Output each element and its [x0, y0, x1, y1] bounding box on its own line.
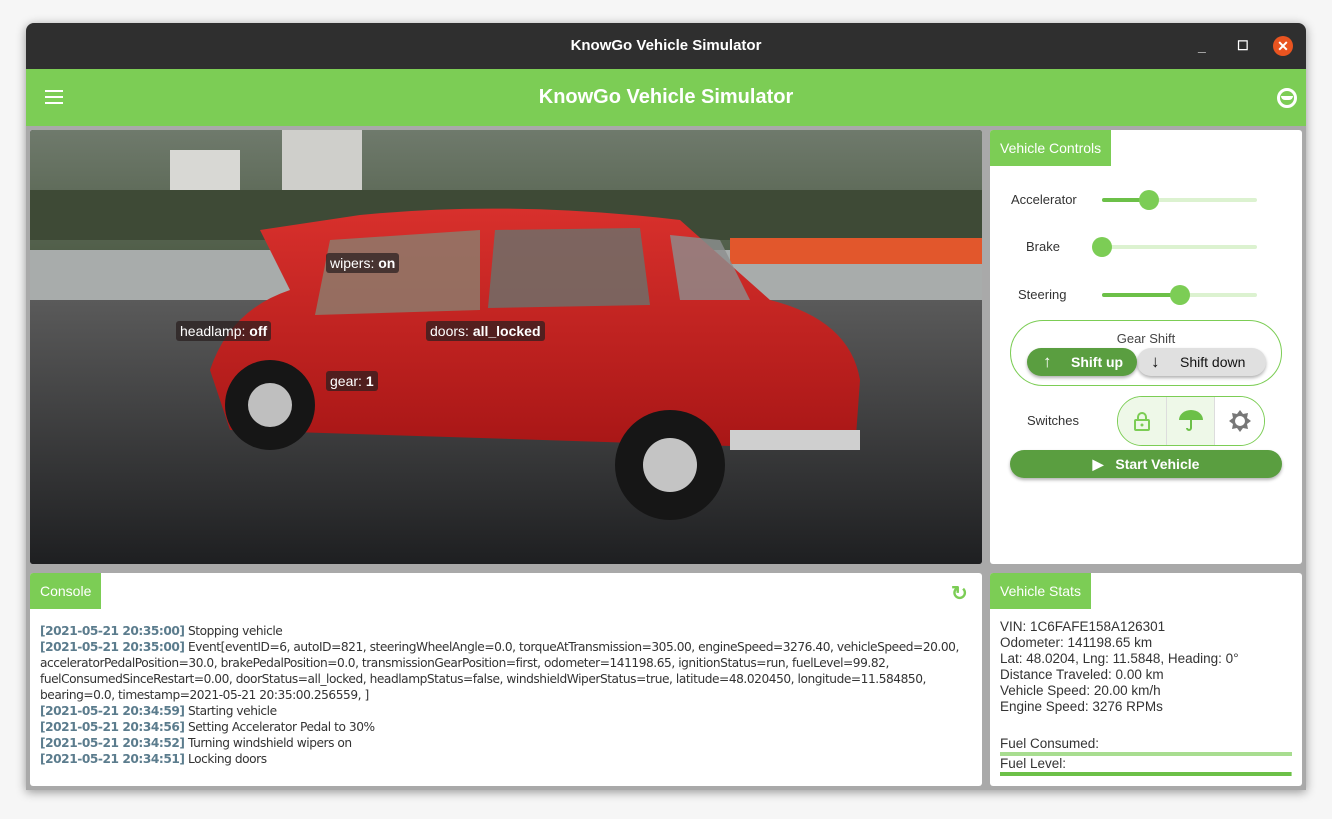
console-entry: [2021-05-21 20:35:00] Stopping vehicle — [40, 623, 975, 639]
steering-slider[interactable] — [1102, 285, 1257, 305]
vehicle-controls-panel: Vehicle Controls Accelerator Brake Steer… — [990, 130, 1302, 564]
vehicle-stats-panel: Vehicle Stats VIN: 1C6FAFE158A126301 Odo… — [990, 573, 1302, 786]
start-vehicle-label: Start Vehicle — [1115, 456, 1200, 472]
log-timestamp: [2021-05-21 20:34:51] — [40, 752, 185, 766]
vin: VIN: 1C6FAFE158A126301 — [1000, 619, 1166, 634]
doors-value: all_locked — [472, 323, 541, 339]
log-message: Locking doors — [187, 752, 267, 766]
log-timestamp: [2021-05-21 20:34:59] — [40, 704, 185, 718]
vehicle-image: wipers: on headlamp: off doors: all_lock… — [30, 130, 982, 564]
lock-icon — [1133, 412, 1150, 431]
gear-shift-label: Gear Shift — [1116, 331, 1176, 346]
log-message: Starting vehicle — [187, 704, 277, 718]
arrow-down-icon: ↓ — [1151, 352, 1160, 371]
console-entry: [2021-05-21 20:34:56] Setting Accelerato… — [40, 719, 975, 735]
console-entry: [2021-05-21 20:35:00] Event[eventID=6, a… — [40, 639, 975, 703]
close-button[interactable]: ✕ — [1273, 36, 1293, 56]
engine-speed: Engine Speed: 3276 RPMs — [1000, 699, 1163, 714]
log-timestamp: [2021-05-21 20:35:00] — [40, 640, 185, 654]
log-message: Turning windshield wipers on — [187, 736, 352, 750]
headlamp-icon — [1228, 410, 1251, 432]
accelerator-slider[interactable] — [1102, 190, 1257, 210]
position: Lat: 48.0204, Lng: 11.5848, Heading: 0° — [1000, 651, 1239, 666]
wipers-status-label: wipers: on — [326, 253, 400, 273]
car-photo — [30, 130, 982, 564]
refresh-icon[interactable]: ↻ — [951, 581, 968, 606]
headlamp-label: headlamp: — [180, 323, 246, 339]
console-panel: Console ↻ [2021-05-21 20:35:00] Stopping… — [30, 573, 982, 786]
log-message: Stopping vehicle — [187, 624, 283, 638]
doors-status-label: doors: all_locked — [426, 321, 545, 341]
window-titlebar: KnowGo Vehicle Simulator _ ☐ ✕ — [26, 23, 1306, 69]
brake-label: Brake — [1026, 239, 1060, 254]
console-entry: [2021-05-21 20:34:52] Turning windshield… — [40, 735, 975, 751]
distance-traveled: Distance Traveled: 0.00 km — [1000, 667, 1164, 682]
arrow-up-icon: ↑ — [1043, 352, 1052, 371]
vehicle-speed: Vehicle Speed: 20.00 km/h — [1000, 683, 1161, 698]
console-title: Console — [30, 573, 102, 609]
vehicle-controls-title: Vehicle Controls — [990, 130, 1112, 166]
maximize-button[interactable]: ☐ — [1237, 23, 1249, 69]
play-icon: ▶ — [1092, 456, 1104, 472]
fuel-level-bar — [1000, 772, 1292, 776]
shift-up-button[interactable]: ↑ Shift up — [1027, 348, 1137, 376]
gear-status-label: gear: 1 — [326, 371, 378, 391]
steering-label: Steering — [1018, 287, 1067, 302]
slider-thumb[interactable] — [1138, 190, 1159, 210]
log-message: Setting Accelerator Pedal to 30% — [187, 720, 375, 734]
window-title: KnowGo Vehicle Simulator — [570, 37, 762, 54]
console-log: [2021-05-21 20:35:00] Stopping vehicle [2… — [40, 623, 975, 767]
steering-row: Steering — [990, 280, 1302, 310]
console-entry: [2021-05-21 20:34:51] Locking doors — [40, 751, 975, 767]
accelerator-label: Accelerator — [1011, 192, 1077, 207]
slider-thumb[interactable] — [1092, 237, 1112, 257]
shift-down-button[interactable]: ↓ Shift down — [1137, 348, 1266, 376]
minimize-button[interactable]: _ — [1198, 23, 1206, 69]
fuel-level-label: Fuel Level: — [1000, 756, 1067, 771]
brake-row: Brake — [990, 232, 1302, 262]
log-timestamp: [2021-05-21 20:35:00] — [40, 624, 185, 638]
gear-value: 1 — [365, 373, 374, 389]
gear-shift-group: Gear Shift ↑ Shift up ↓ Shift down — [1010, 320, 1282, 386]
fuel-consumed-label: Fuel Consumed: — [1000, 736, 1100, 751]
slider-thumb[interactable] — [1169, 285, 1190, 305]
brake-slider[interactable] — [1092, 237, 1257, 257]
wipers-label: wipers: — [330, 255, 375, 271]
app-title: KnowGo Vehicle Simulator — [538, 86, 794, 108]
log-timestamp: [2021-05-21 20:34:56] — [40, 720, 185, 734]
wipers-value: on — [378, 255, 396, 271]
steering-wheel-icon[interactable] — [1277, 88, 1297, 108]
vehicle-stats-title: Vehicle Stats — [990, 573, 1091, 609]
headlamp-value: off — [249, 323, 268, 339]
app-bar: KnowGo Vehicle Simulator — [26, 69, 1306, 126]
switches-toggle-group — [1117, 396, 1265, 446]
accelerator-row: Accelerator — [990, 185, 1302, 215]
hamburger-icon[interactable] — [45, 90, 63, 104]
umbrella-icon — [1178, 410, 1203, 431]
switches-label: Switches — [1027, 413, 1080, 428]
slider-fill — [1102, 293, 1180, 297]
lock-toggle[interactable] — [1118, 397, 1167, 445]
console-entry: [2021-05-21 20:34:59] Starting vehicle — [40, 703, 975, 719]
wipers-toggle[interactable] — [1166, 397, 1216, 445]
headlamp-toggle[interactable] — [1215, 397, 1264, 445]
start-vehicle-button[interactable]: ▶ Start Vehicle — [1010, 450, 1282, 478]
odometer: Odometer: 141198.65 km — [1000, 635, 1153, 650]
shift-down-label: Shift down — [1180, 354, 1246, 370]
headlamp-status-label: headlamp: off — [176, 321, 272, 341]
log-timestamp: [2021-05-21 20:34:52] — [40, 736, 185, 750]
shift-up-label: Shift up — [1071, 354, 1124, 370]
doors-label: doors: — [430, 323, 469, 339]
app-window: KnowGo Vehicle Simulator _ ☐ ✕ KnowGo Ve… — [26, 23, 1306, 790]
gear-label: gear: — [330, 373, 362, 389]
